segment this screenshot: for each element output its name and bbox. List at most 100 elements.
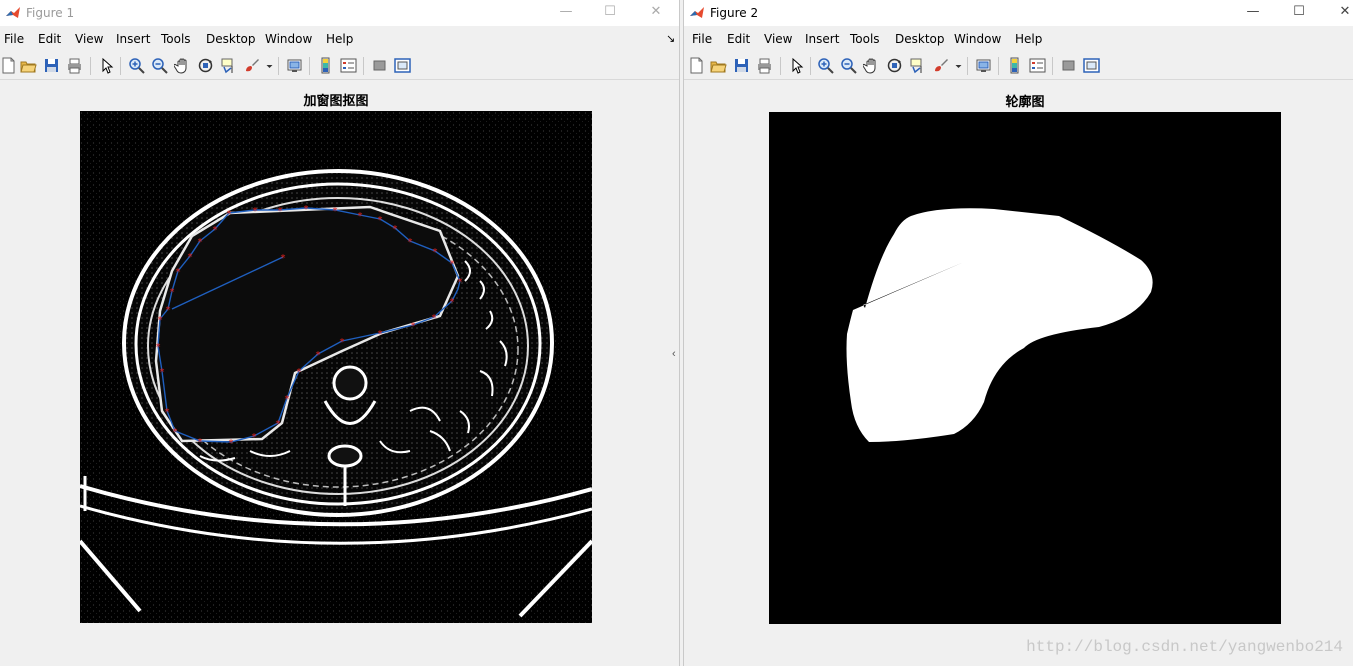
menu-edit[interactable]: Edit	[38, 32, 61, 46]
open-file-icon[interactable]	[20, 57, 37, 74]
svg-text:*: *	[450, 259, 455, 270]
figure-1-window: Figure 1 — ☐ ✕ File Edit View Insert Too…	[0, 0, 679, 666]
figure-toolbar	[684, 53, 1353, 80]
toolbar-separator	[1052, 57, 1053, 75]
rotate-3d-icon[interactable]	[197, 57, 214, 74]
pointer-icon[interactable]	[788, 57, 805, 74]
minimize-button[interactable]: —	[1230, 0, 1276, 26]
plot-title: 加窗图抠图	[303, 94, 369, 109]
window-title: Figure 1	[26, 6, 75, 20]
svg-text:*: *	[165, 407, 170, 418]
menu-tools[interactable]: Tools	[161, 32, 191, 46]
minimize-button[interactable]: —	[543, 0, 589, 26]
menu-file[interactable]: File	[692, 32, 712, 46]
brush-icon[interactable]	[932, 57, 949, 74]
hide-plot-tools-icon[interactable]	[1060, 57, 1077, 74]
image-axes[interactable]	[769, 112, 1281, 624]
menu-tools[interactable]: Tools	[850, 32, 880, 46]
chevron-down-icon[interactable]	[261, 57, 273, 74]
menu-view[interactable]: View	[75, 32, 103, 46]
pan-icon[interactable]	[863, 57, 880, 74]
menu-desktop[interactable]: Desktop	[895, 32, 945, 46]
pointer-icon[interactable]	[98, 57, 115, 74]
save-icon[interactable]	[733, 57, 750, 74]
data-cursor-icon[interactable]	[909, 57, 926, 74]
svg-text:*: *	[188, 252, 193, 263]
zoom-out-icon[interactable]	[151, 57, 168, 74]
svg-text:*: *	[458, 277, 463, 288]
svg-text:*: *	[297, 367, 302, 378]
legend-icon[interactable]	[1029, 57, 1046, 74]
window-title: Figure 2	[710, 6, 759, 20]
liver-mask-image	[769, 112, 1281, 624]
chevron-down-icon[interactable]	[950, 57, 962, 74]
show-plot-tools-icon[interactable]	[1083, 57, 1100, 74]
toolbar-separator	[998, 57, 999, 75]
svg-text:*: *	[252, 432, 257, 443]
svg-text:*: *	[340, 337, 345, 348]
save-icon[interactable]	[43, 57, 60, 74]
menu-insert[interactable]: Insert	[116, 32, 150, 46]
show-plot-tools-icon[interactable]	[394, 57, 411, 74]
svg-text:*: *	[408, 237, 413, 248]
edge-glyph: ‹	[672, 348, 676, 360]
svg-text:*: *	[156, 342, 161, 353]
watermark-text: http://blog.csdn.net/yangwenbo214	[1026, 638, 1343, 656]
rotate-3d-icon[interactable]	[886, 57, 903, 74]
menu-window[interactable]: Window	[265, 32, 312, 46]
link-plot-icon[interactable]	[286, 57, 303, 74]
menu-file[interactable]: File	[4, 32, 24, 46]
svg-text:*: *	[213, 225, 218, 236]
svg-text:*: *	[393, 224, 398, 235]
maximize-button[interactable]: ☐	[1276, 0, 1322, 26]
new-figure-icon[interactable]	[688, 57, 705, 74]
svg-text:*: *	[281, 253, 286, 264]
print-icon[interactable]	[66, 57, 83, 74]
close-button[interactable]: ✕	[1322, 0, 1353, 26]
pan-icon[interactable]	[174, 57, 191, 74]
legend-icon[interactable]	[340, 57, 357, 74]
svg-text:*: *	[166, 305, 171, 316]
toolbar-separator	[90, 57, 91, 75]
toolbar-separator	[363, 57, 364, 75]
svg-text:*: *	[176, 267, 181, 278]
ct-image: * * * * * * ******************************	[78, 111, 594, 623]
figure-2-window: Figure 2 — ☐ ✕ File Edit View Insert Too…	[684, 0, 1353, 666]
svg-text:*: *	[276, 419, 281, 430]
dock-arrow-icon[interactable]: ↘	[666, 32, 675, 45]
svg-text:*: *	[278, 206, 283, 217]
toolbar-separator	[967, 57, 968, 75]
menu-window[interactable]: Window	[954, 32, 1001, 46]
svg-text:*: *	[450, 297, 455, 308]
svg-text:*: *	[173, 427, 178, 438]
link-plot-icon[interactable]	[975, 57, 992, 74]
zoom-in-icon[interactable]	[128, 57, 145, 74]
menu-help[interactable]: Help	[1015, 32, 1042, 46]
menu-insert[interactable]: Insert	[805, 32, 839, 46]
close-button[interactable]: ✕	[633, 0, 679, 26]
zoom-in-icon[interactable]	[817, 57, 834, 74]
svg-text:*: *	[304, 204, 309, 215]
print-icon[interactable]	[756, 57, 773, 74]
menu-edit[interactable]: Edit	[727, 32, 750, 46]
svg-text:*: *	[432, 313, 437, 324]
menu-view[interactable]: View	[764, 32, 792, 46]
menu-help[interactable]: Help	[326, 32, 353, 46]
maximize-button[interactable]: ☐	[587, 0, 633, 26]
svg-text:*: *	[433, 247, 438, 258]
hide-plot-tools-icon[interactable]	[371, 57, 388, 74]
brush-icon[interactable]	[243, 57, 260, 74]
new-figure-icon[interactable]	[0, 57, 17, 74]
colorbar-icon[interactable]	[1006, 57, 1023, 74]
svg-text:*: *	[227, 209, 232, 220]
svg-text:*: *	[253, 206, 258, 217]
data-cursor-icon[interactable]	[220, 57, 237, 74]
toolbar-separator	[120, 57, 121, 75]
plot-title: 轮廓图	[1005, 95, 1045, 110]
open-file-icon[interactable]	[710, 57, 727, 74]
svg-text:*: *	[170, 287, 175, 298]
zoom-out-icon[interactable]	[840, 57, 857, 74]
colorbar-icon[interactable]	[317, 57, 334, 74]
image-axes[interactable]: * * * * * * * * * * * * * * * * * * * * * * * * * * * * * * * * * * * *	[78, 111, 594, 623]
menu-desktop[interactable]: Desktop	[206, 32, 256, 46]
